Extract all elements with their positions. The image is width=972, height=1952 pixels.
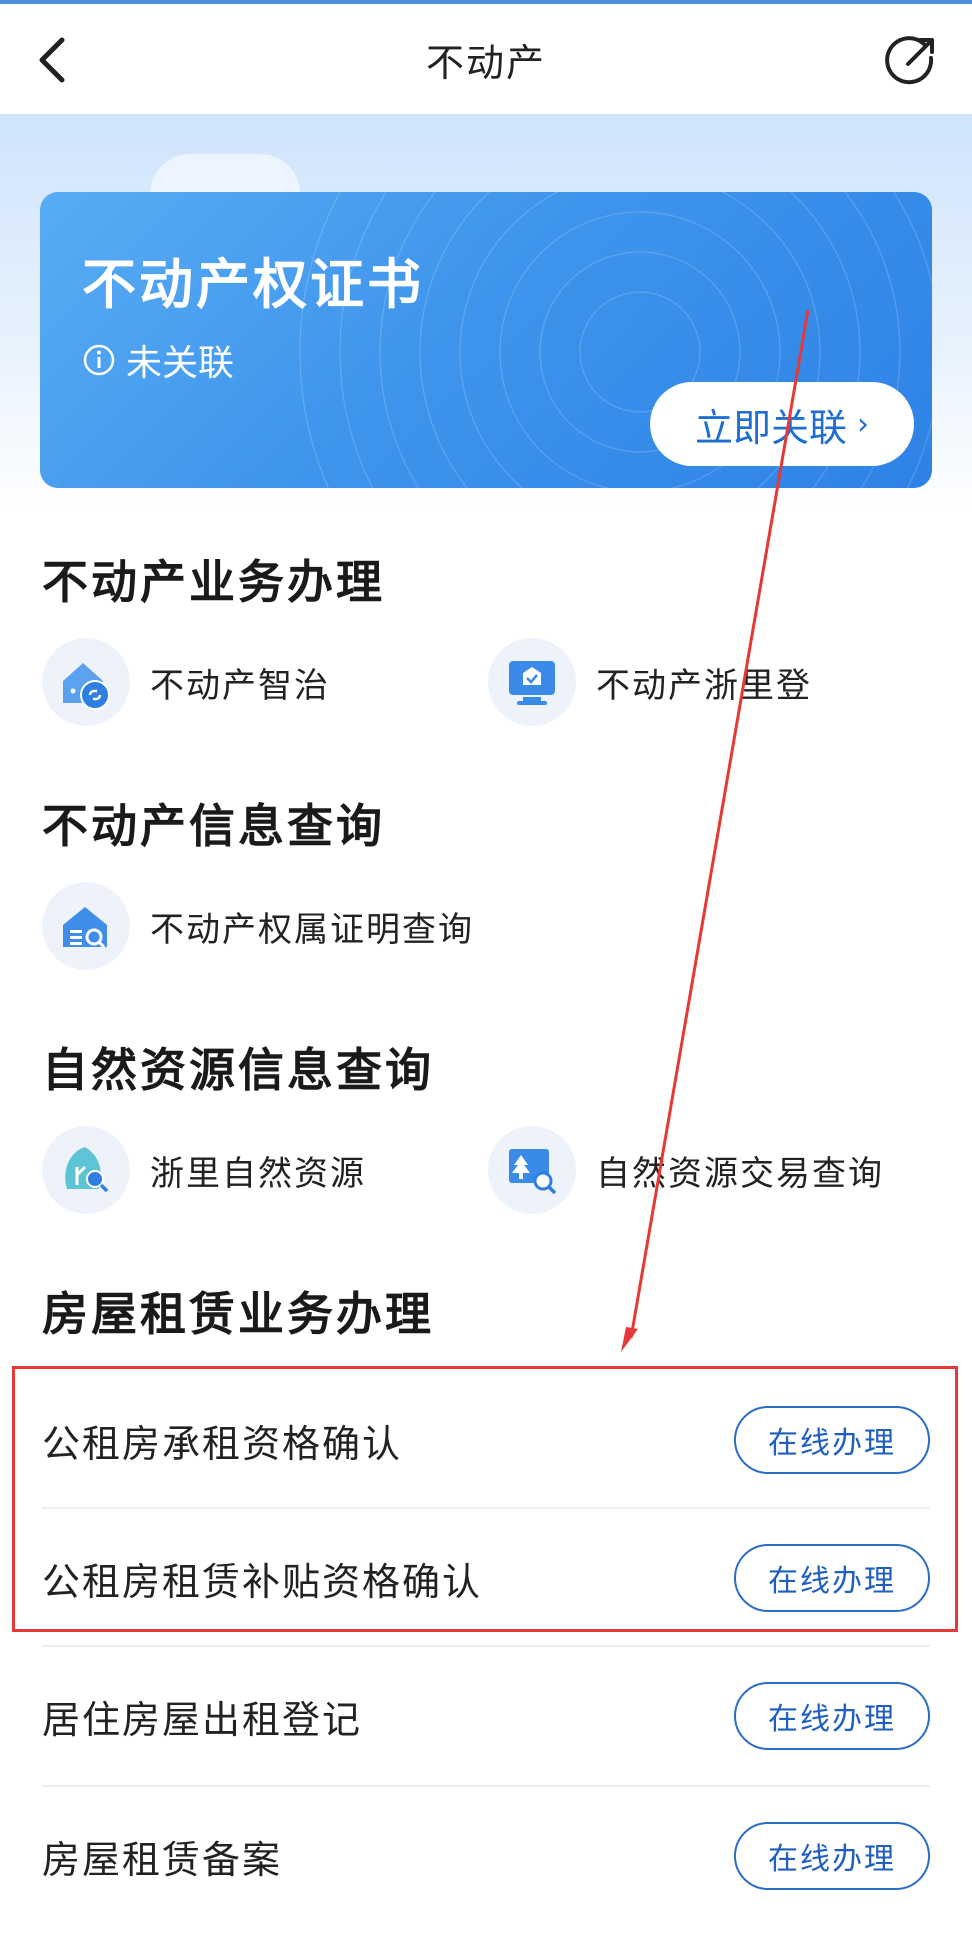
service-label: 自然资源交易查询 <box>596 1153 884 1194</box>
navigation-bar: 不动产 <box>0 4 972 114</box>
link-now-label: 立即关联 <box>694 405 847 450</box>
property-certificate-card: 不动产权证书 未关联 立即关联 › <box>40 192 932 488</box>
service-label: 浙里自然资源 <box>150 1153 366 1194</box>
annotation-highlight-box <box>12 1366 958 1632</box>
apply-online-button[interactable]: 在线办理 <box>734 1822 930 1890</box>
section-title-info-query: 不动产信息查询 <box>42 799 385 853</box>
list-item-residential-rental-registration: 居住房屋出租登记 在线办理 <box>42 1647 930 1785</box>
chevron-right-icon: › <box>857 406 869 442</box>
section-title-natural: 自然资源信息查询 <box>42 1043 434 1097</box>
link-status: 未关联 <box>82 334 234 386</box>
service-natural-resource-trade-query[interactable]: 自然资源交易查询 <box>488 1126 884 1214</box>
service-zheli-natural-resources[interactable]: 浙里自然资源 <box>42 1126 366 1214</box>
service-label: 不动产智治 <box>150 665 330 706</box>
chevron-left-icon[interactable] <box>32 34 72 86</box>
house-search-icon <box>42 882 130 970</box>
section-title-rental: 房屋租赁业务办理 <box>42 1287 434 1341</box>
list-item-label: 居住房屋出租登记 <box>42 1697 363 1742</box>
share-icon[interactable] <box>884 34 938 88</box>
list-item-label: 房屋租赁备案 <box>42 1837 283 1882</box>
service-label: 不动产浙里登 <box>596 665 812 706</box>
service-smart-governance[interactable]: 不动产智治 <box>42 638 330 726</box>
link-now-button[interactable]: 立即关联 › <box>650 382 914 466</box>
list-item-rental-filing: 房屋租赁备案 在线办理 <box>42 1787 930 1925</box>
page-title: 不动产 <box>425 40 546 85</box>
house-link-icon <box>42 638 130 726</box>
tree-search-icon <box>488 1126 576 1214</box>
service-ownership-proof-query[interactable]: 不动产权属证明查询 <box>42 882 474 970</box>
monitor-check-icon <box>488 638 576 726</box>
service-label: 不动产权属证明查询 <box>150 909 474 950</box>
section-title-business: 不动产业务办理 <box>42 555 385 609</box>
apply-online-button[interactable]: 在线办理 <box>734 1682 930 1750</box>
info-icon <box>83 344 115 376</box>
leaf-search-icon <box>42 1126 130 1214</box>
service-zheli-register[interactable]: 不动产浙里登 <box>488 638 812 726</box>
link-status-text: 未关联 <box>126 343 235 384</box>
card-title: 不动产权证书 <box>82 253 424 316</box>
